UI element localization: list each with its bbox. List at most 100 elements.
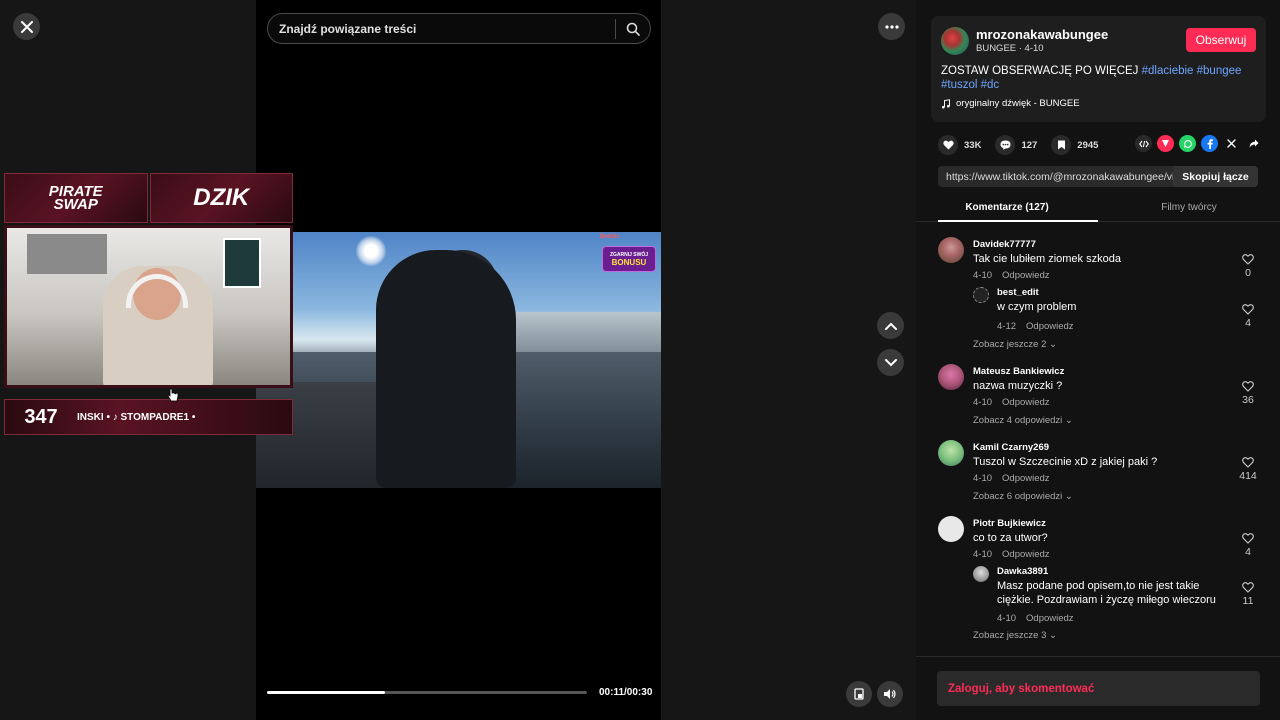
overlay-ticker: INSKI • ♪ STOMPADRE1 • <box>77 411 196 423</box>
more-options-button[interactable] <box>878 13 905 40</box>
reply-button[interactable]: Odpowiedz <box>1002 270 1050 281</box>
volume-icon <box>884 689 896 699</box>
tabs: Komentarze (127) Filmy twórcy <box>916 196 1280 222</box>
comment-button[interactable] <box>995 135 1016 155</box>
comment-avatar[interactable] <box>938 237 964 263</box>
save-count: 2945 <box>1077 139 1099 151</box>
view-more-replies[interactable]: Zobacz jeszcze 3 ⌄ <box>973 630 1057 641</box>
view-more-replies[interactable]: Zobacz 6 odpowiedzi ⌄ <box>973 491 1073 502</box>
reply-button[interactable]: Odpowiedz <box>1026 613 1074 624</box>
volume-button[interactable] <box>877 681 903 707</box>
sponsor-pirate-swap: PIRATE SWAP <box>4 173 148 223</box>
comment-avatar[interactable] <box>938 364 964 390</box>
reply-button[interactable]: Odpowiedz <box>1002 549 1050 560</box>
comment-item: Piotr Bujkiewicz co to za utwor? 4-10 Odp… <box>938 507 1268 647</box>
comment-username[interactable]: Kamil Czarny269 <box>973 442 1049 453</box>
sound-label: oryginalny dźwięk - BUNGEE <box>956 98 1080 109</box>
reply-avatar[interactable] <box>973 566 989 582</box>
comment-username[interactable]: Davidek77777 <box>973 239 1036 250</box>
search-bar <box>267 13 651 44</box>
chevron-up-icon <box>884 322 897 330</box>
reply-button[interactable]: Odpowiedz <box>1002 397 1050 408</box>
share-arrow-icon[interactable] <box>1245 135 1262 152</box>
sound-link[interactable]: oryginalny dźwięk - BUNGEE <box>941 98 1080 109</box>
reply-username[interactable]: best_edit <box>997 287 1039 298</box>
whatsapp-icon[interactable] <box>1179 135 1196 152</box>
login-to-comment[interactable]: Zaloguj, aby skomentować <box>937 671 1260 706</box>
action-bar: 33K 127 2945 <box>938 135 1112 155</box>
comment-count: 127 <box>1021 139 1038 151</box>
view-more-replies[interactable]: Zobacz 4 odpowiedzi ⌄ <box>973 415 1073 426</box>
copy-link-button[interactable]: Skopiuj łącze <box>1173 166 1258 187</box>
floating-player-button[interactable] <box>846 681 872 707</box>
close-button[interactable] <box>13 13 40 40</box>
bookmark-icon <box>1057 140 1065 150</box>
comment-like[interactable]: 36 <box>1233 381 1263 406</box>
reply-button[interactable]: Odpowiedz <box>1026 321 1074 332</box>
x-icon[interactable] <box>1223 135 1240 152</box>
tab-creator-videos[interactable]: Filmy twórcy <box>1098 196 1280 221</box>
heart-outline-icon <box>1242 582 1254 593</box>
share-tiktok-icon[interactable] <box>1157 135 1174 152</box>
reply-button[interactable]: Odpowiedz <box>1002 473 1050 484</box>
hashtag-bungee[interactable]: #bungee <box>1197 65 1242 77</box>
hashtag-tuszol[interactable]: #tuszol <box>941 79 977 91</box>
hashtag-dlaciebie[interactable]: #dlaciebie <box>1142 65 1194 77</box>
comment-username[interactable]: Mateusz Bankiewicz <box>973 366 1064 377</box>
view-more-label: Zobacz 6 odpowiedzi <box>973 491 1063 502</box>
video-frame[interactable]: Betclic ZGARNIJ SWÓJ BONUSU <box>256 232 661 488</box>
like-button[interactable] <box>938 135 958 155</box>
previous-video-button[interactable] <box>877 312 904 339</box>
tab-comments[interactable]: Komentarze (127) <box>916 196 1098 222</box>
reply-username[interactable]: Dawka3891 <box>997 566 1048 577</box>
promo-brand: Betclic <box>600 234 620 240</box>
author-card: mrozonakawabungee BUNGEE · 4-10 Obserwuj… <box>931 16 1266 122</box>
comment-meta: 4-10 Odpowiedz <box>973 549 1060 560</box>
save-button[interactable] <box>1051 135 1072 155</box>
comment-like[interactable]: 4 <box>1233 533 1263 558</box>
comment-avatar[interactable] <box>938 516 964 542</box>
hashtag-dc[interactable]: #dc <box>981 79 1000 91</box>
comment-action[interactable]: 127 <box>995 135 1037 155</box>
next-video-button[interactable] <box>877 349 904 376</box>
view-more-replies[interactable]: Zobacz jeszcze 2 ⌄ <box>973 339 1057 350</box>
reply-date: 4-10 <box>997 613 1017 624</box>
reply-date: 4-12 <box>997 321 1017 332</box>
comment-text: Tak cie lubiłem ziomek szkoda <box>973 253 1121 265</box>
like-action[interactable]: 33K <box>938 135 981 155</box>
comment-like[interactable]: 0 <box>1233 254 1263 279</box>
author-username[interactable]: mrozonakawabungee <box>976 27 1108 42</box>
video-url[interactable]: https://www.tiktok.com/@mrozonakawabunge… <box>938 171 1173 183</box>
search-input[interactable] <box>268 21 615 36</box>
comment-like-count: 0 <box>1245 267 1251 279</box>
floating-player-icon <box>854 688 864 700</box>
stream-overlay: PIRATE SWAP DZIK 347 INSKI • ♪ STOMPADRE… <box>4 173 293 435</box>
comment-item: Mateusz Bankiewicz nazwa muzyczki ? 4-10… <box>938 355 1268 431</box>
reply-like[interactable]: 4 <box>1233 304 1263 329</box>
progress-fill <box>267 691 386 694</box>
heart-outline-icon <box>1242 457 1254 468</box>
comment-like-count: 414 <box>1239 470 1257 482</box>
search-button[interactable] <box>616 14 650 43</box>
viewer-counter: 347 <box>24 405 58 428</box>
person <box>376 250 516 488</box>
author-avatar[interactable] <box>941 27 969 55</box>
heart-outline-icon <box>1242 254 1254 265</box>
reply-text: w czym problem <box>997 301 1077 313</box>
reply-like[interactable]: 11 <box>1233 582 1263 607</box>
follow-button[interactable]: Obserwuj <box>1186 28 1256 52</box>
comment-avatar[interactable] <box>938 440 964 466</box>
like-count: 33K <box>964 139 982 151</box>
comment-like[interactable]: 414 <box>1233 457 1263 482</box>
save-action[interactable]: 2945 <box>1051 135 1098 155</box>
reply-avatar[interactable] <box>973 287 989 303</box>
hand-cursor-icon <box>167 388 179 402</box>
facebook-icon[interactable] <box>1201 135 1218 152</box>
embed-icon[interactable] <box>1135 135 1152 152</box>
chevron-down-icon: ⌄ <box>1064 415 1073 426</box>
reply-meta: 4-10 Odpowiedz <box>997 613 1084 624</box>
comment-meta: 4-10 Odpowiedz <box>973 270 1060 281</box>
progress-bar[interactable] <box>267 691 587 694</box>
comment-username[interactable]: Piotr Bujkiewicz <box>973 518 1046 529</box>
webcam-feed <box>4 225 293 388</box>
